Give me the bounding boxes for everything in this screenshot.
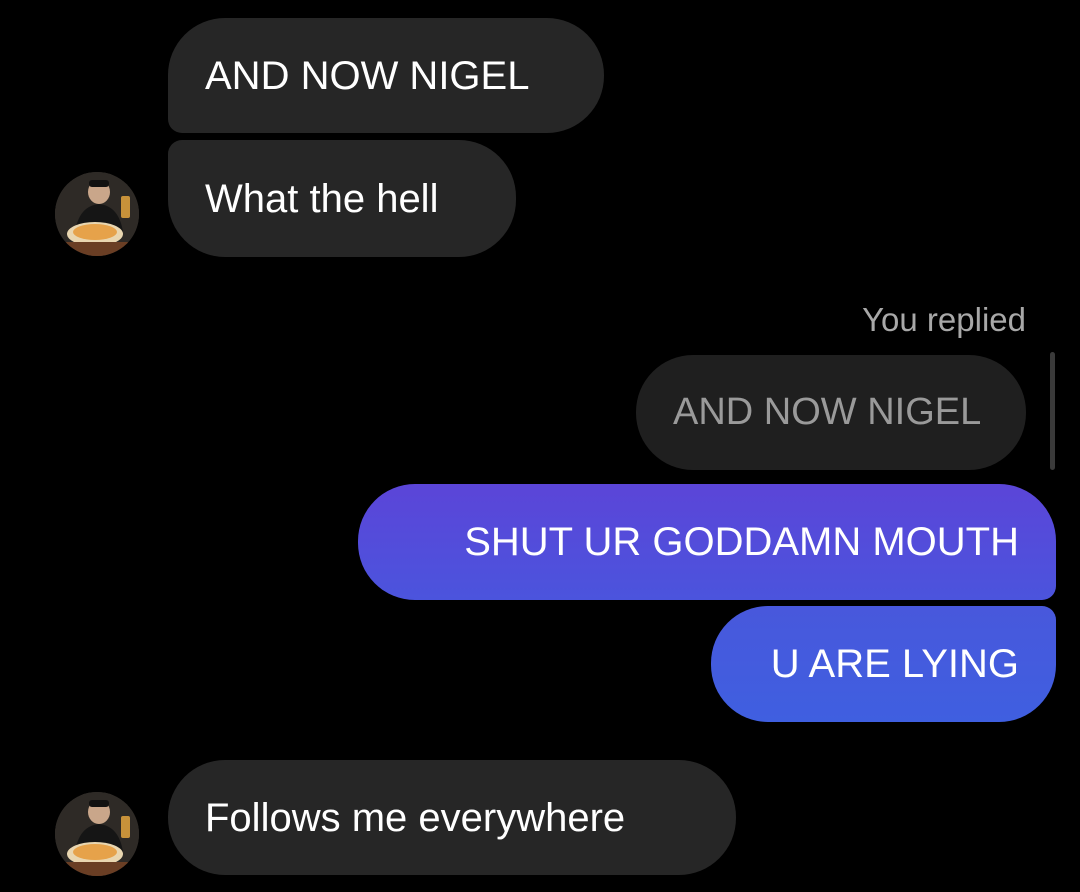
message-text: AND NOW NIGEL	[205, 53, 530, 98]
avatar[interactable]	[55, 172, 139, 256]
message-text: U ARE LYING	[770, 642, 1019, 686]
incoming-message[interactable]: What the hell	[168, 140, 516, 257]
message-text: Follows me everywhere	[205, 795, 626, 840]
profile-photo-icon	[55, 172, 139, 256]
outgoing-message[interactable]: SHUT UR GODDAMN MOUTH	[358, 484, 1056, 600]
outgoing-message[interactable]: U ARE LYING	[711, 606, 1056, 722]
message-text: What the hell	[205, 176, 439, 221]
incoming-message[interactable]: AND NOW NIGEL	[168, 18, 604, 133]
avatar[interactable]	[55, 792, 139, 876]
reply-indicator-bar	[1050, 352, 1055, 470]
reply-label-text: You replied	[862, 301, 1026, 338]
quoted-text: AND NOW NIGEL	[673, 391, 982, 433]
quoted-message[interactable]: AND NOW NIGEL	[636, 355, 1026, 470]
message-text: SHUT UR GODDAMN MOUTH	[464, 520, 1019, 564]
profile-photo-icon	[55, 792, 139, 876]
incoming-message[interactable]: Follows me everywhere	[168, 760, 736, 875]
reply-label: You replied	[862, 301, 1026, 339]
